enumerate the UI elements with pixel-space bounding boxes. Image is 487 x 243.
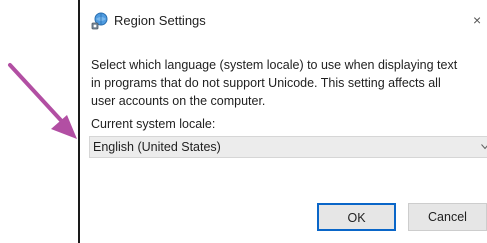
ok-button[interactable]: OK	[317, 203, 396, 231]
current-locale-label: Current system locale:	[91, 117, 216, 131]
close-icon: ×	[473, 12, 482, 28]
close-button[interactable]: ×	[473, 9, 487, 33]
description-text: Select which language (system locale) to…	[91, 58, 458, 108]
cancel-button[interactable]: Cancel	[408, 203, 487, 231]
system-locale-dropdown[interactable]: English (United States)	[89, 136, 487, 158]
dialog-title: Region Settings	[114, 13, 206, 28]
region-settings-dialog: Region Settings × Select which language …	[78, 0, 487, 243]
screenshot-stage: Region Settings × Select which language …	[0, 0, 487, 243]
selected-locale: English (United States)	[93, 140, 221, 154]
chevron-down-icon	[481, 144, 487, 150]
title-bar: Region Settings ×	[80, 7, 487, 37]
globe-settings-icon	[91, 12, 108, 30]
